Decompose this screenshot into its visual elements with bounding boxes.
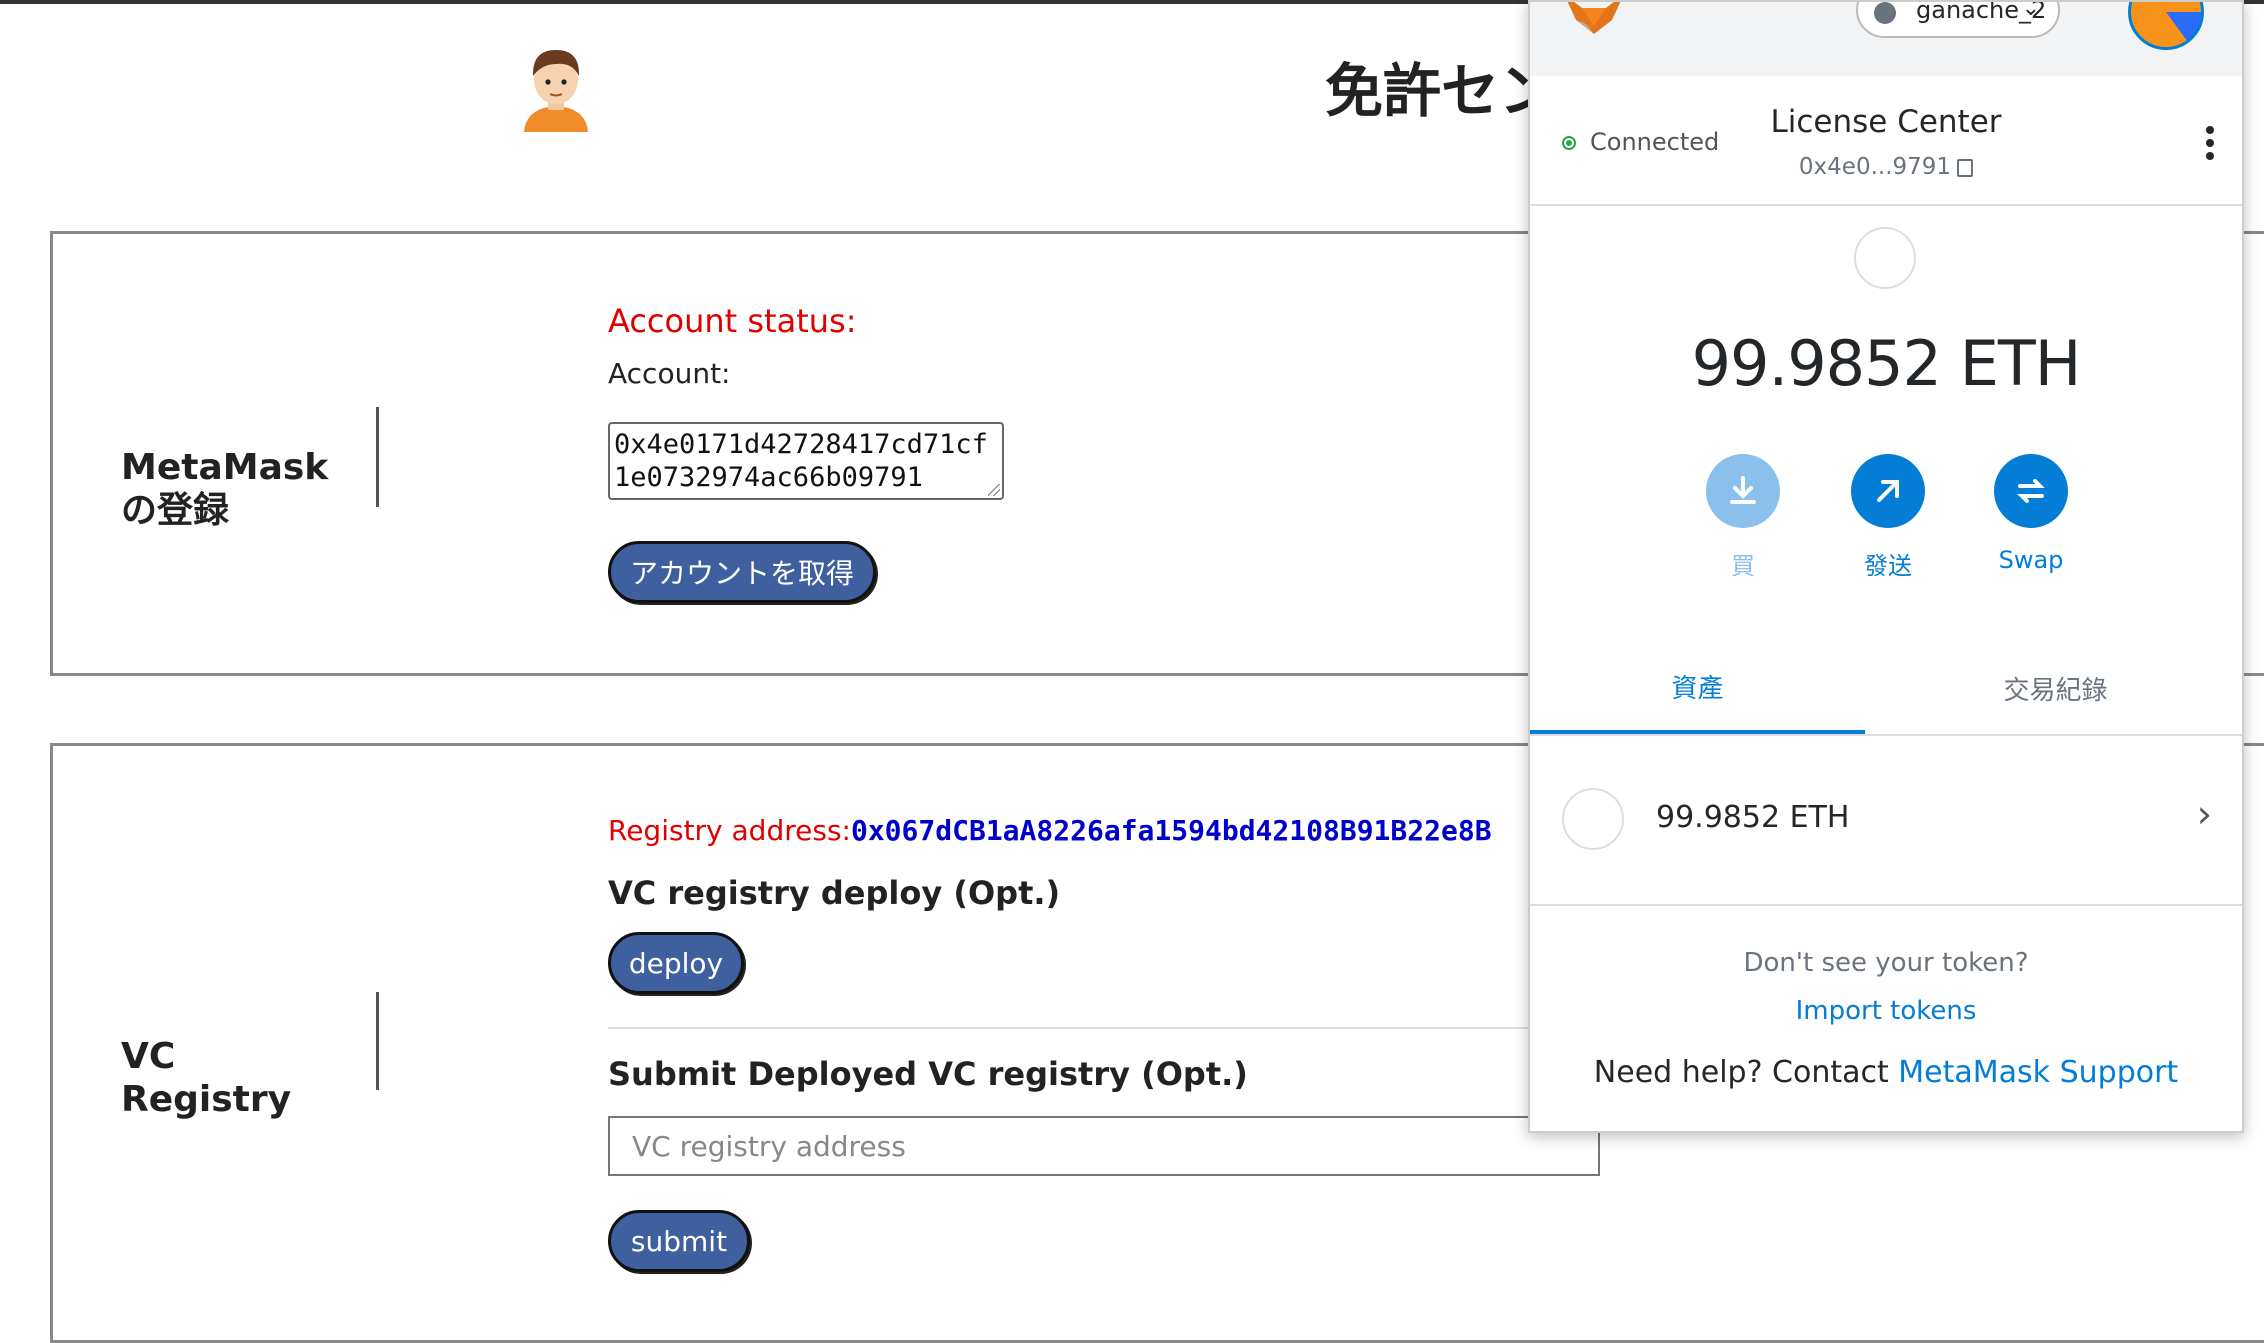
section-divider	[376, 407, 379, 507]
import-tokens-link[interactable]: Import tokens	[1530, 996, 2242, 1026]
arrow-up-right-icon	[1851, 454, 1925, 528]
metamask-section-label: MetaMask の登録	[121, 446, 328, 532]
asset-row[interactable]: 99.9852 ETH ›	[1530, 734, 2242, 906]
popup-tabs: 資產 交易紀錄	[1530, 642, 2242, 736]
metamask-popup: ganache_2 ⌄ Connected License Center 0x4…	[1528, 0, 2244, 1133]
get-account-button[interactable]: アカウントを取得	[608, 541, 876, 603]
vc-registry-address-input[interactable]: VC registry address	[608, 1116, 1600, 1176]
help-text: Need help? Contact MetaMask Support	[1530, 1055, 2242, 1090]
vc-section-label: VC Registry	[121, 1035, 291, 1121]
section-divider	[376, 992, 379, 1090]
no-token-text: Don't see your token?	[1743, 948, 2029, 978]
copy-icon[interactable]	[1957, 158, 1974, 177]
account-label: Account:	[608, 357, 731, 390]
section-label-line1: MetaMask	[121, 447, 329, 488]
asset-balance: 99.9852 ETH	[1656, 800, 1850, 835]
submit-button[interactable]: submit	[608, 1210, 750, 1272]
submit-heading: Submit Deployed VC registry (Opt.)	[608, 1055, 1248, 1093]
page-title: 免許セン	[1325, 57, 1558, 125]
account-value: 0x4e0171d42728417cd71cf1e0732974ac66b097…	[614, 429, 988, 493]
swap-label: Swap	[1998, 546, 2064, 574]
registry-address-value: 0x067dCB1aA8226afa1594bd42108B91B22e8B	[850, 814, 1492, 847]
account-identicon[interactable]	[2128, 2, 2204, 50]
resize-grip-icon[interactable]	[988, 484, 1000, 496]
metamask-fox-icon[interactable]	[1562, 0, 1626, 34]
help-prefix: Need help? Contact	[1593, 1055, 1899, 1090]
account-status-label: Account status:	[608, 302, 857, 340]
network-icon	[1874, 2, 1896, 24]
metamask-support-link[interactable]: MetaMask Support	[1898, 1055, 2178, 1090]
registry-address: Registry address:0x067dCB1aA8226afa1594b…	[608, 814, 1492, 847]
network-selector[interactable]: ganache_2 ⌄	[1856, 0, 2060, 38]
more-options-icon[interactable]	[2206, 126, 2214, 165]
chevron-right-icon: ›	[2196, 792, 2212, 836]
buy-label: 買	[1731, 552, 1755, 580]
site-name: License Center	[1770, 104, 2002, 140]
tab-assets[interactable]: 資產	[1530, 642, 1865, 734]
section-label-line1: VC	[121, 1036, 176, 1077]
metamask-topbar: ganache_2 ⌄	[1530, 2, 2242, 76]
swap-button[interactable]: Swap	[1993, 454, 2069, 574]
section-label-line2: の登録	[121, 490, 230, 531]
deploy-button[interactable]: deploy	[608, 932, 744, 994]
eth-token-icon	[1562, 788, 1624, 850]
download-icon	[1706, 454, 1780, 528]
account-textarea[interactable]: 0x4e0171d42728417cd71cf1e0732974ac66b097…	[608, 422, 1004, 500]
send-button[interactable]: 發送	[1850, 454, 1926, 581]
swap-icon	[1994, 454, 2068, 528]
deploy-heading: VC registry deploy (Opt.)	[608, 874, 1061, 912]
token-icon	[1854, 227, 1916, 289]
section-label-line2: Registry	[121, 1079, 292, 1120]
buy-button[interactable]: 買	[1705, 454, 1781, 581]
balance: 99.9852 ETH	[1691, 327, 2082, 400]
account-short-text: 0x4e0...9791	[1798, 154, 1952, 180]
section-separator	[608, 1027, 1628, 1029]
send-label: 發送	[1864, 552, 1912, 580]
registry-address-label: Registry address:	[608, 814, 851, 847]
connection-header: Connected License Center 0x4e0...9791	[1530, 76, 2242, 206]
tab-activity[interactable]: 交易紀錄	[1865, 642, 2242, 734]
chevron-down-icon: ⌄	[2021, 0, 2040, 21]
account-address-short[interactable]: 0x4e0...9791	[1530, 154, 2242, 180]
person-avatar-icon	[524, 50, 588, 132]
